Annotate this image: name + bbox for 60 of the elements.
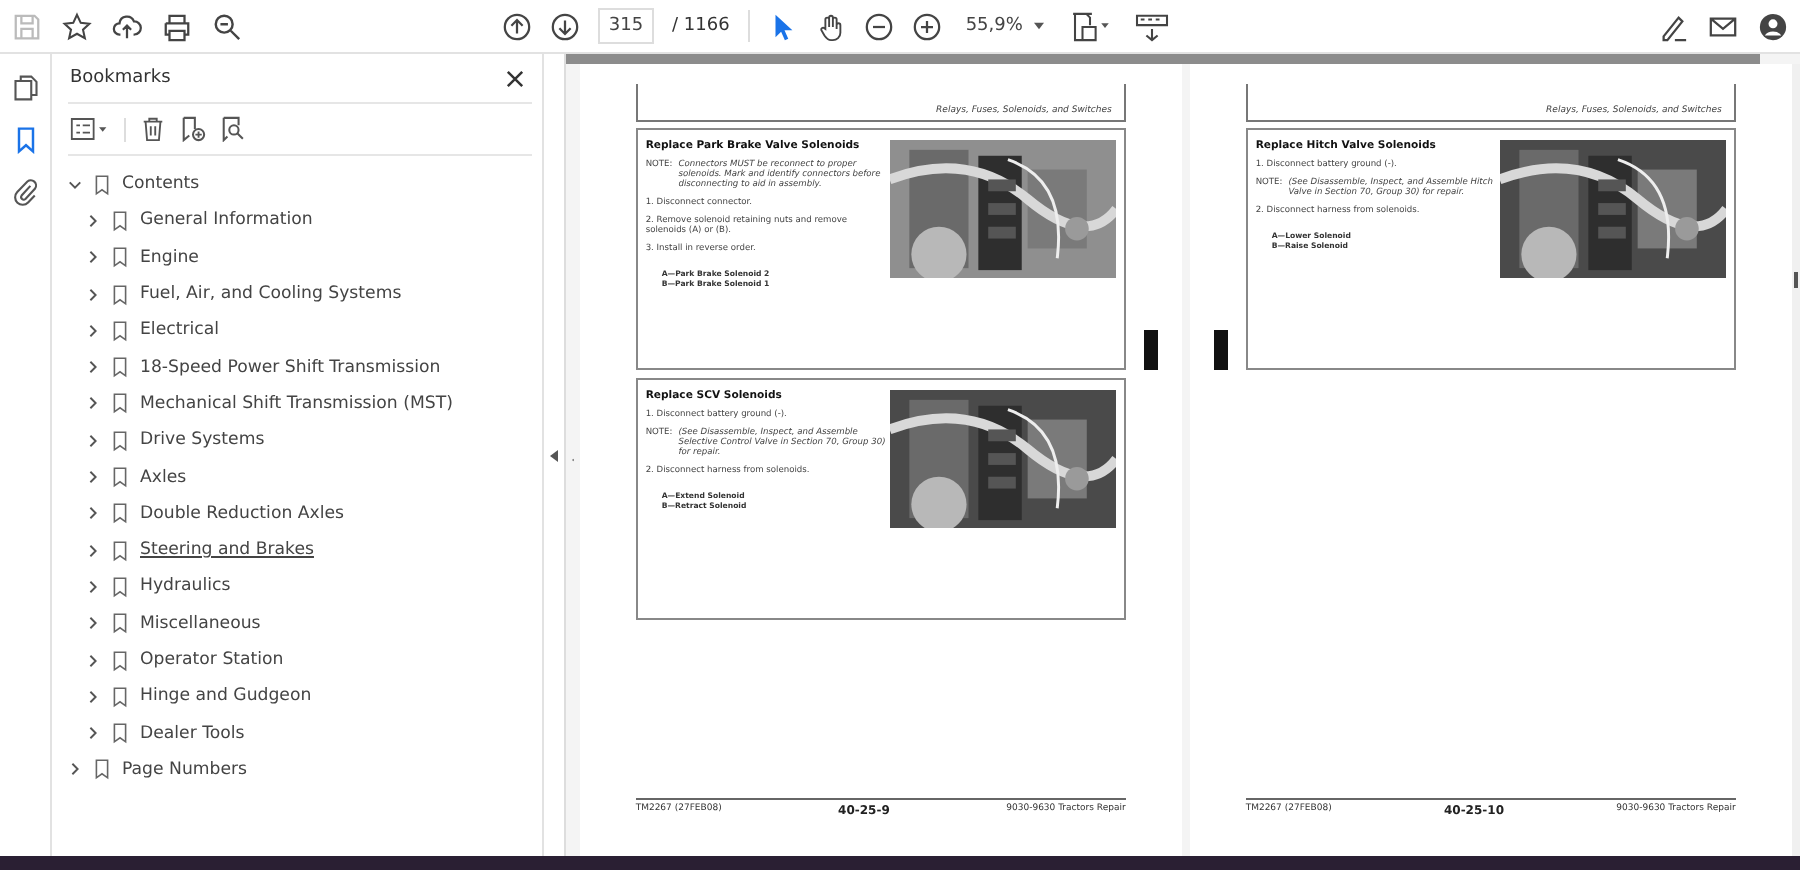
bookmark-icon: [94, 173, 110, 196]
account-icon[interactable]: [1758, 11, 1788, 41]
cloud-upload-icon[interactable]: [112, 11, 142, 41]
print-icon[interactable]: [162, 11, 192, 41]
bookmark-item[interactable]: Hydraulics: [140, 576, 231, 597]
bookmark-item[interactable]: Fuel, Air, and Cooling Systems: [140, 284, 402, 305]
bookmark-icon: [112, 429, 128, 452]
bookmark-item[interactable]: 18-Speed Power Shift Transmission: [140, 357, 441, 378]
zoom-in-icon[interactable]: [911, 11, 942, 41]
bookmark-icon: [112, 466, 128, 489]
bookmark-icon: [112, 209, 128, 232]
bookmark-item[interactable]: Hinge and Gudgeon: [140, 686, 312, 707]
bookmark-icon: [94, 758, 110, 781]
hand-icon[interactable]: [815, 11, 846, 41]
panel-title: Bookmarks: [70, 68, 171, 88]
next-page-icon[interactable]: [550, 11, 580, 41]
bookmark-icon: [112, 502, 128, 525]
zoom-dropdown[interactable]: 55,9%: [959, 12, 1051, 40]
page-fit-icon[interactable]: [1068, 11, 1113, 41]
search-icon[interactable]: [212, 11, 242, 41]
caret-icon: [1034, 22, 1045, 30]
bookmark-icon: [112, 392, 128, 415]
bookmark-item[interactable]: Dealer Tools: [140, 723, 245, 744]
bookmark-icon: [112, 283, 128, 306]
bookmark-icon: [112, 319, 128, 342]
bookmark-item[interactable]: Steering and Brakes: [140, 540, 314, 561]
bookmark-item[interactable]: Operator Station: [140, 650, 284, 670]
bookmark-item[interactable]: General Information: [140, 210, 313, 231]
star-icon[interactable]: [62, 11, 92, 41]
bookmark-icon: [112, 246, 128, 269]
page-number-field[interactable]: 315: [598, 8, 654, 44]
trash-icon[interactable]: [140, 116, 166, 142]
bookmark-item[interactable]: Miscellaneous: [140, 613, 261, 634]
bookmark-item[interactable]: Axles: [140, 467, 187, 488]
previous-page-icon[interactable]: [502, 11, 532, 41]
options-icon[interactable]: [70, 116, 110, 142]
mail-icon[interactable]: [1708, 11, 1738, 41]
bookmark-icon: [112, 685, 128, 708]
bookmark-item[interactable]: Drive Systems: [140, 430, 265, 451]
bookmark-item[interactable]: Electrical: [140, 320, 219, 341]
bookmark-icon: [112, 539, 128, 562]
bookmark-item[interactable]: Contents: [122, 174, 200, 195]
bookmark-item[interactable]: Page Numbers: [122, 759, 248, 780]
bookmark-icon: [112, 649, 128, 671]
page-total: / 1166: [672, 16, 730, 36]
bookmark-icon: [112, 612, 128, 635]
add-bookmark-icon[interactable]: [180, 116, 206, 142]
zoom-out-icon[interactable]: [863, 11, 894, 41]
bookmark-icon: [112, 356, 128, 379]
find-bookmark-icon[interactable]: [220, 116, 246, 142]
bookmark-item[interactable]: Engine: [140, 247, 199, 268]
bookmark-icon: [112, 722, 128, 745]
paperclip-icon[interactable]: [11, 178, 39, 206]
sign-icon[interactable]: [1658, 11, 1688, 41]
bookmark-item[interactable]: Double Reduction Axles: [140, 503, 344, 524]
bookmark-item[interactable]: Mechanical Shift Transmission (MST): [140, 393, 453, 414]
scrollbar[interactable]: [1791, 64, 1800, 856]
pages-icon[interactable]: [11, 74, 39, 102]
bookmark-icon: [112, 575, 128, 598]
close-icon[interactable]: [506, 69, 524, 87]
